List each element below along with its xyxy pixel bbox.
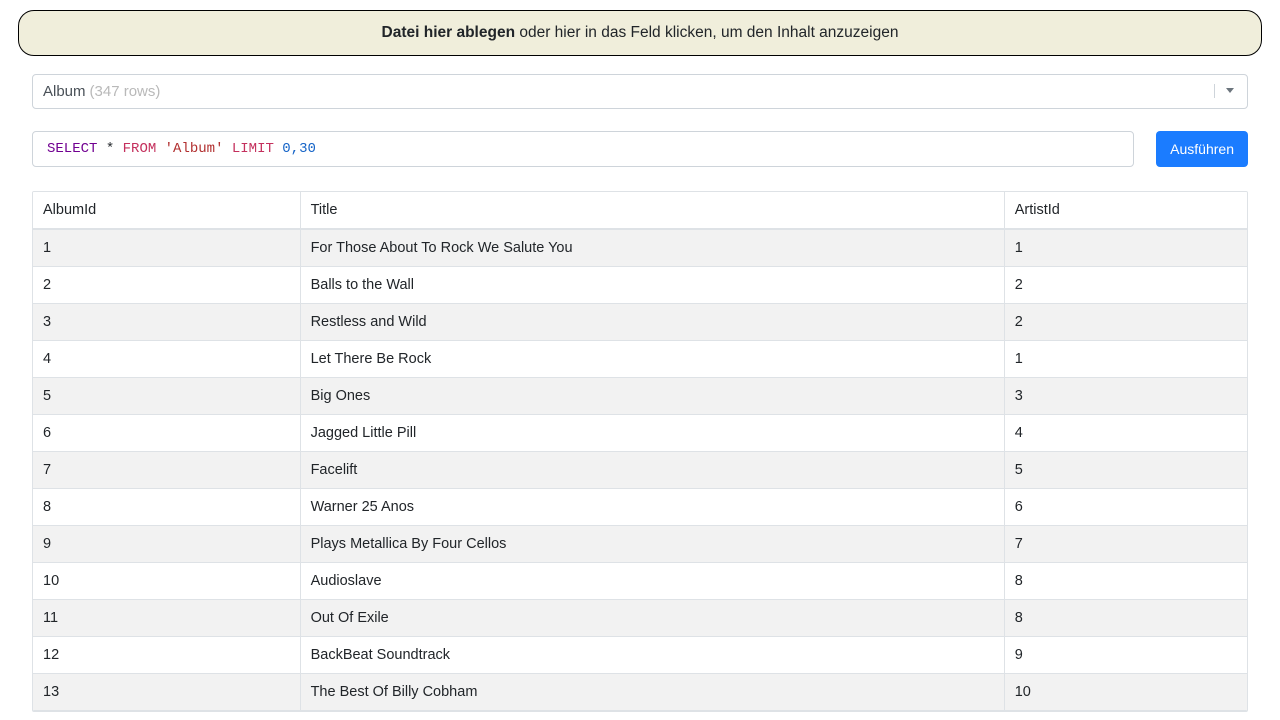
column-header[interactable]: AlbumId xyxy=(33,192,300,229)
table-cell: 5 xyxy=(1004,451,1247,488)
column-header[interactable]: ArtistId xyxy=(1004,192,1247,229)
table-cell: Facelift xyxy=(300,451,1004,488)
table-cell: Restless and Wild xyxy=(300,303,1004,340)
table-cell: 9 xyxy=(33,525,300,562)
table-cell: 12 xyxy=(33,636,300,673)
table-cell: Plays Metallica By Four Cellos xyxy=(300,525,1004,562)
table-row[interactable]: 3Restless and Wild2 xyxy=(33,303,1247,340)
table-cell: Audioslave xyxy=(300,562,1004,599)
table-row[interactable]: 8Warner 25 Anos6 xyxy=(33,488,1247,525)
table-row[interactable]: 11Out Of Exile8 xyxy=(33,599,1247,636)
results-table: AlbumId Title ArtistId 1For Those About … xyxy=(33,192,1247,711)
table-cell: 9 xyxy=(1004,636,1247,673)
results-panel: AlbumId Title ArtistId 1For Those About … xyxy=(32,191,1248,712)
table-cell: 7 xyxy=(33,451,300,488)
table-cell: 3 xyxy=(1004,377,1247,414)
table-row[interactable]: 1For Those About To Rock We Salute You1 xyxy=(33,229,1247,267)
sql-editor[interactable]: SELECT * FROM 'Album' LIMIT 0,30 xyxy=(32,131,1134,167)
table-cell: 13 xyxy=(33,673,300,710)
table-cell: 1 xyxy=(1004,340,1247,377)
table-select-name: Album xyxy=(43,81,86,102)
table-cell: Warner 25 Anos xyxy=(300,488,1004,525)
table-row[interactable]: 4Let There Be Rock1 xyxy=(33,340,1247,377)
table-cell: 6 xyxy=(33,414,300,451)
table-cell: 1 xyxy=(1004,229,1247,267)
chevron-down-icon xyxy=(1214,84,1237,98)
table-cell: 4 xyxy=(1004,414,1247,451)
table-cell: 6 xyxy=(1004,488,1247,525)
table-cell: Big Ones xyxy=(300,377,1004,414)
table-cell: 2 xyxy=(33,266,300,303)
table-cell: For Those About To Rock We Salute You xyxy=(300,229,1004,267)
table-row[interactable]: 5Big Ones3 xyxy=(33,377,1247,414)
table-cell: Let There Be Rock xyxy=(300,340,1004,377)
table-cell: 10 xyxy=(33,562,300,599)
table-cell: 2 xyxy=(1004,303,1247,340)
column-header[interactable]: Title xyxy=(300,192,1004,229)
table-cell: BackBeat Soundtrack xyxy=(300,636,1004,673)
table-select[interactable]: Album (347 rows) xyxy=(32,74,1248,109)
table-cell: 11 xyxy=(33,599,300,636)
table-row[interactable]: 2Balls to the Wall2 xyxy=(33,266,1247,303)
table-row[interactable]: 9Plays Metallica By Four Cellos7 xyxy=(33,525,1247,562)
table-row[interactable]: 13The Best Of Billy Cobham10 xyxy=(33,673,1247,710)
table-row[interactable]: 10Audioslave8 xyxy=(33,562,1247,599)
dropzone-rest-text: oder hier in das Feld klicken, um den In… xyxy=(515,24,898,41)
table-cell: 1 xyxy=(33,229,300,267)
table-cell: Out Of Exile xyxy=(300,599,1004,636)
table-cell: 8 xyxy=(1004,599,1247,636)
table-header-row: AlbumId Title ArtistId xyxy=(33,192,1247,229)
table-row[interactable]: 7Facelift5 xyxy=(33,451,1247,488)
table-row[interactable]: 6Jagged Little Pill4 xyxy=(33,414,1247,451)
table-cell: 4 xyxy=(33,340,300,377)
table-cell: Jagged Little Pill xyxy=(300,414,1004,451)
table-cell: 2 xyxy=(1004,266,1247,303)
table-cell: 5 xyxy=(33,377,300,414)
table-cell: 7 xyxy=(1004,525,1247,562)
dropzone-strong-text: Datei hier ablegen xyxy=(382,24,516,41)
table-cell: 8 xyxy=(33,488,300,525)
table-cell: 3 xyxy=(33,303,300,340)
table-select-rowcount: (347 rows) xyxy=(90,81,161,102)
file-dropzone[interactable]: Datei hier ablegen oder hier in das Feld… xyxy=(18,10,1262,56)
table-cell: Balls to the Wall xyxy=(300,266,1004,303)
table-cell: 8 xyxy=(1004,562,1247,599)
table-row[interactable]: 12BackBeat Soundtrack9 xyxy=(33,636,1247,673)
run-query-button[interactable]: Ausführen xyxy=(1156,131,1248,167)
table-cell: The Best Of Billy Cobham xyxy=(300,673,1004,710)
table-cell: 10 xyxy=(1004,673,1247,710)
